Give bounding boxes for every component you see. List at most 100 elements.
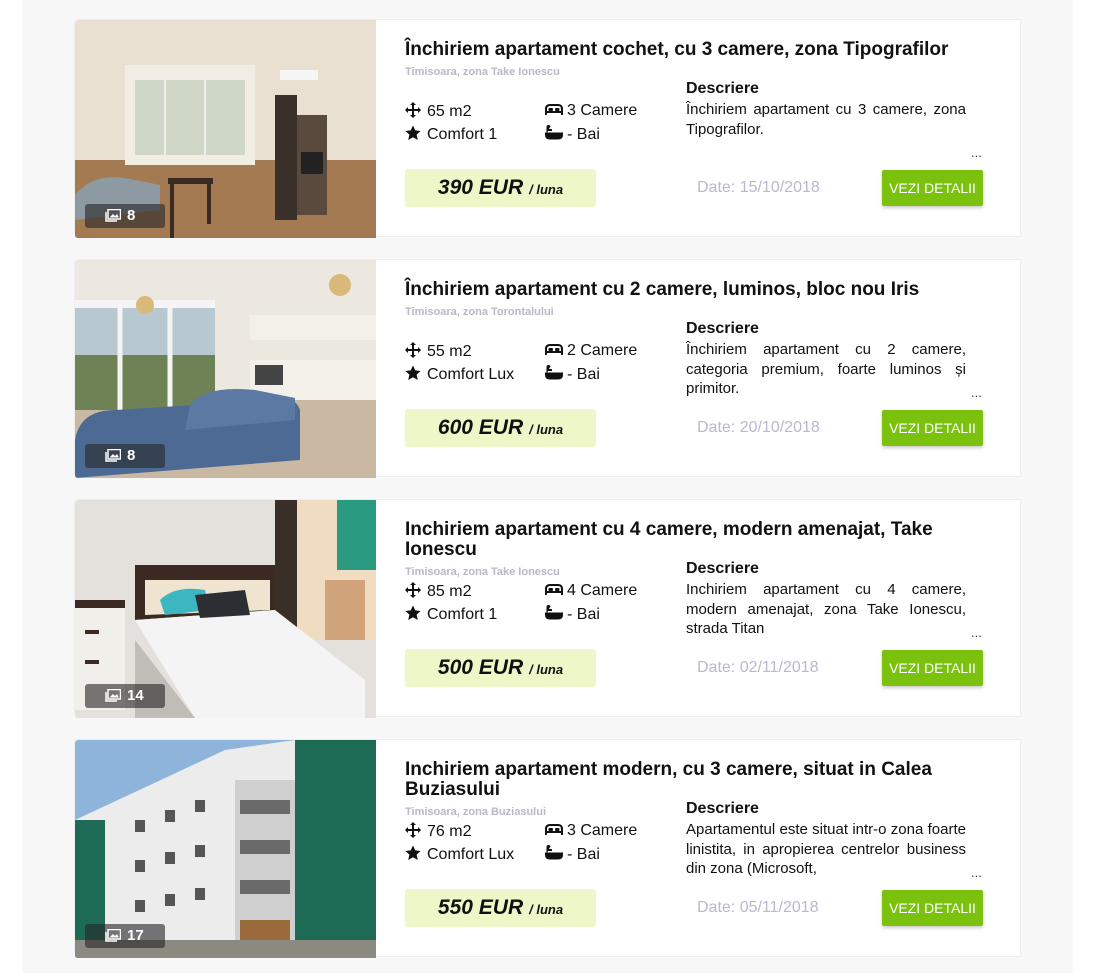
photo-count-badge[interactable]: 8 (85, 204, 165, 228)
description-text: Inchiriem apartament cu 4 camere, modern… (686, 581, 966, 637)
listing-date: Date: 05/11/2018 (697, 899, 819, 916)
listing-card[interactable]: 17 Inchiriem apartament modern, cu 3 cam… (74, 739, 1021, 958)
listing-date: Date: 20/10/2018 (697, 419, 820, 436)
bathtub-icon (545, 844, 563, 861)
listing-title[interactable]: Inchiriem apartament modern, cu 3 camere… (405, 760, 995, 800)
images-icon (105, 689, 121, 702)
price-period: / luna (529, 902, 564, 917)
listing-location: Timisoara, zona Take Ionescu (405, 66, 560, 78)
photo-count: 14 (127, 687, 144, 704)
listing-date: Date: 15/10/2018 (697, 179, 820, 196)
listing-card[interactable]: 8 Închiriem apartament cu 2 camere, lumi… (74, 259, 1021, 478)
listing-photo[interactable]: 17 (75, 740, 376, 958)
star-icon (405, 365, 423, 381)
listing-title[interactable]: Închiriem apartament cochet, cu 3 camere… (405, 40, 995, 60)
price-amount: 550 EUR (437, 896, 524, 919)
description-text: Închiriem apartament cu 3 camere, zona T… (686, 101, 966, 138)
area-spec: 76 m2 (405, 822, 471, 841)
area-spec: 65 m2 (405, 102, 471, 121)
rooms-value: 3 Camere (567, 102, 638, 119)
price-amount: 390 EUR (437, 176, 524, 199)
images-icon (105, 209, 121, 222)
star-icon (405, 845, 423, 861)
price-box: 550 EUR / luna (405, 889, 596, 927)
photo-count-badge[interactable]: 8 (85, 444, 165, 468)
rooms-value: 3 Camere (567, 822, 638, 839)
comfort-spec: Comfort 1 (405, 125, 497, 144)
description-heading: Descriere (686, 800, 759, 817)
listing-card[interactable]: 8 Închiriem apartament cochet, cu 3 came… (74, 19, 1021, 238)
star-icon (405, 605, 423, 621)
description-heading: Descriere (686, 80, 759, 97)
photo-count-badge[interactable]: 14 (85, 684, 165, 708)
move-arrows-icon (405, 102, 423, 118)
photo-count: 8 (127, 207, 136, 224)
price-box: 500 EUR / luna (405, 649, 596, 687)
baths-spec: - Bai (545, 364, 600, 384)
baths-value: - Bai (567, 606, 600, 623)
listing-location: Timisoara, zona Take Ionescu (405, 566, 560, 578)
description-ellipsis: ... (971, 385, 982, 400)
area-value: 55 m2 (427, 343, 472, 360)
listing-card[interactable]: 14 Inchiriem apartament cu 4 camere, mod… (74, 499, 1021, 718)
rooms-value: 4 Camere (567, 582, 638, 599)
rooms-spec: 3 Camere (545, 822, 637, 840)
price-box: 390 EUR / luna (405, 169, 596, 207)
comfort-value: Comfort 1 (427, 606, 498, 623)
price-period: / luna (529, 422, 564, 437)
bed-icon (545, 823, 563, 839)
comfort-value: Comfort Lux (427, 366, 515, 383)
price-amount: 500 EUR (437, 656, 524, 679)
baths-value: - Bai (567, 846, 600, 863)
bed-icon (545, 583, 563, 599)
comfort-value: Comfort Lux (427, 846, 515, 863)
baths-value: - Bai (567, 366, 600, 383)
listing-title[interactable]: Închiriem apartament cu 2 camere, lumino… (405, 280, 995, 300)
view-details-button[interactable]: VEZI DETALII (882, 170, 983, 206)
area-value: 85 m2 (427, 583, 472, 600)
comfort-spec: Comfort Lux (405, 845, 514, 864)
photo-count-badge[interactable]: 17 (85, 924, 165, 948)
rooms-spec: 3 Camere (545, 102, 637, 120)
comfort-value: Comfort 1 (427, 126, 498, 143)
area-spec: 55 m2 (405, 342, 471, 361)
bathtub-icon (545, 604, 563, 621)
move-arrows-icon (405, 342, 423, 358)
price-box: 600 EUR / luna (405, 409, 596, 447)
move-arrows-icon (405, 582, 423, 598)
description-heading: Descriere (686, 320, 759, 337)
images-icon (105, 929, 121, 942)
baths-spec: - Bai (545, 604, 600, 624)
bed-icon (545, 103, 563, 119)
area-value: 76 m2 (427, 823, 472, 840)
listing-photo[interactable]: 8 (75, 20, 376, 238)
description-text: Închiriem apartament cu 2 camere, catego… (686, 341, 966, 397)
price-amount: 600 EUR (437, 416, 524, 439)
listing-title[interactable]: Inchiriem apartament cu 4 camere, modern… (405, 520, 995, 560)
baths-spec: - Bai (545, 124, 600, 144)
description-ellipsis: ... (971, 865, 982, 880)
description-ellipsis: ... (971, 625, 982, 640)
price-period: / luna (529, 182, 564, 197)
listing-photo[interactable]: 14 (75, 500, 376, 718)
baths-value: - Bai (567, 126, 600, 143)
description-text: Apartamentul este situat intr-o zona foa… (686, 821, 966, 877)
baths-spec: - Bai (545, 844, 600, 864)
bed-icon (545, 343, 563, 359)
move-arrows-icon (405, 822, 423, 838)
comfort-spec: Comfort 1 (405, 605, 497, 624)
listing-location: Timisoara, zona Buziasului (405, 806, 546, 818)
area-spec: 85 m2 (405, 582, 471, 601)
bathtub-icon (545, 124, 563, 141)
photo-count: 8 (127, 447, 136, 464)
view-details-button[interactable]: VEZI DETALII (882, 410, 983, 446)
rooms-spec: 2 Camere (545, 342, 637, 360)
view-details-button[interactable]: VEZI DETALII (882, 890, 983, 926)
images-icon (105, 449, 121, 462)
bathtub-icon (545, 364, 563, 381)
description-ellipsis: ... (971, 145, 982, 160)
star-icon (405, 125, 423, 141)
view-details-button[interactable]: VEZI DETALII (882, 650, 983, 686)
area-value: 65 m2 (427, 103, 472, 120)
listing-photo[interactable]: 8 (75, 260, 376, 478)
